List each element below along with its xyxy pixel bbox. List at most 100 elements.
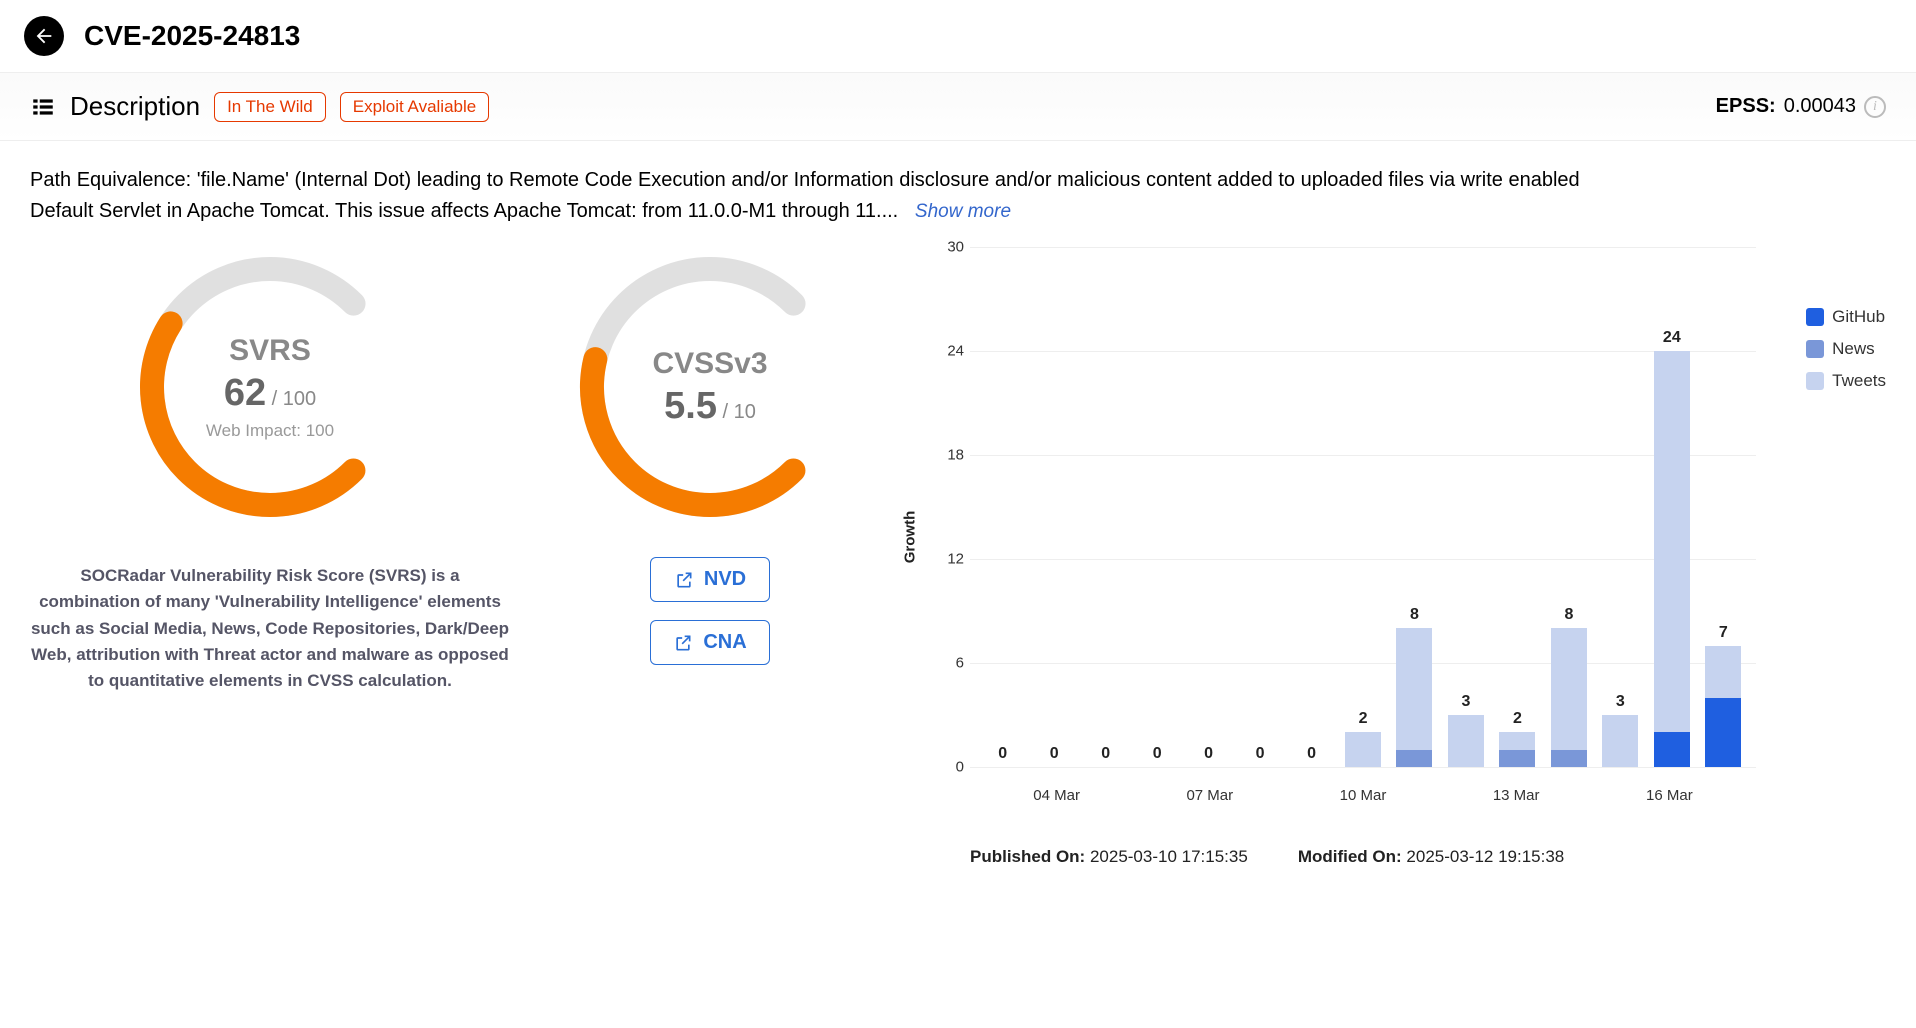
bar: 0 (1134, 247, 1179, 767)
legend-swatch (1806, 372, 1824, 390)
x-tick (1133, 777, 1184, 827)
bar-segment (1345, 732, 1381, 767)
back-button[interactable] (24, 16, 64, 56)
x-tick: 07 Mar (1184, 777, 1235, 827)
bar-total-label: 2 (1359, 710, 1368, 728)
epss-score: EPSS: 0.00043 i (1716, 95, 1886, 118)
bar-total-label: 0 (1153, 745, 1162, 763)
legend-swatch (1806, 308, 1824, 326)
bar-segment (1499, 750, 1535, 767)
bar: 3 (1443, 247, 1488, 767)
svrs-sub: Web Impact: 100 (206, 421, 334, 441)
nvd-label: NVD (704, 568, 746, 591)
cvss-name: CVSSv3 (652, 347, 767, 381)
bar-total-label: 0 (998, 745, 1007, 763)
x-tick (1593, 777, 1644, 827)
badge-in-the-wild: In The Wild (214, 92, 326, 122)
bar: 0 (1031, 247, 1076, 767)
legend-label: Tweets (1832, 371, 1886, 391)
cvss-panel: CVSSv3 5.5 / 10 NVD CNA (570, 247, 850, 665)
bar-total-label: 7 (1719, 624, 1728, 642)
svrs-gauge: SVRS 62 / 100 Web Impact: 100 (130, 247, 410, 527)
modified-label: Modified On: (1298, 847, 1407, 866)
bar-total-label: 0 (1101, 745, 1110, 763)
x-tick (1695, 777, 1746, 827)
bar-total-label: 24 (1663, 329, 1681, 347)
bar-segment (1654, 732, 1690, 767)
svrs-description: SOCRadar Vulnerability Risk Score (SVRS)… (30, 563, 510, 695)
section-title: Description (70, 91, 200, 122)
legend-item: Tweets (1806, 371, 1886, 391)
bar-total-label: 8 (1410, 606, 1419, 624)
x-tick (1235, 777, 1286, 827)
cna-link-button[interactable]: CNA (650, 620, 769, 665)
nvd-link-button[interactable]: NVD (650, 557, 769, 602)
bar: 0 (1289, 247, 1334, 767)
x-tick: 13 Mar (1491, 777, 1542, 827)
y-tick: 24 (947, 343, 964, 360)
svrs-panel: SVRS 62 / 100 Web Impact: 100 SOCRadar V… (30, 247, 510, 695)
bar-total-label: 2 (1513, 710, 1522, 728)
bar: 3 (1598, 247, 1643, 767)
bar-segment (1551, 628, 1587, 749)
section-header: Description In The Wild Exploit Avaliabl… (0, 73, 1916, 141)
bar-segment (1654, 351, 1690, 732)
published-value: 2025-03-10 17:15:35 (1090, 847, 1248, 866)
svrs-name: SVRS (229, 334, 311, 368)
bar-total-label: 8 (1564, 606, 1573, 624)
description-body: Path Equivalence: 'file.Name' (Internal … (30, 169, 1580, 222)
x-tick (1389, 777, 1440, 827)
chart-legend: GitHub News Tweets (1806, 307, 1886, 391)
external-link-icon (674, 570, 694, 590)
x-tick: 16 Mar (1644, 777, 1695, 827)
cna-label: CNA (703, 631, 746, 654)
bar-segment (1551, 750, 1587, 767)
bar-total-label: 3 (1616, 693, 1625, 711)
legend-swatch (1806, 340, 1824, 358)
bar-segment (1396, 628, 1432, 749)
bar-total-label: 0 (1050, 745, 1059, 763)
legend-item: GitHub (1806, 307, 1886, 327)
legend-item: News (1806, 339, 1886, 359)
bar-total-label: 0 (1256, 745, 1265, 763)
cvss-gauge: CVSSv3 5.5 / 10 (570, 247, 850, 527)
bar: 0 (1186, 247, 1231, 767)
bar-segment (1448, 715, 1484, 767)
bar: 2 (1495, 247, 1540, 767)
x-tick: 04 Mar (1031, 777, 1082, 827)
y-tick: 6 (956, 655, 964, 672)
arrow-left-icon (33, 25, 55, 47)
x-tick (1286, 777, 1337, 827)
cvss-value: 5.5 (664, 385, 717, 427)
x-tick (980, 777, 1031, 827)
epss-label: EPSS: (1716, 95, 1776, 118)
bar: 7 (1701, 247, 1746, 767)
bar: 0 (980, 247, 1025, 767)
svrs-value: 62 (224, 372, 266, 414)
x-tick (1082, 777, 1133, 827)
published-label: Published On: (970, 847, 1090, 866)
x-tick (1440, 777, 1491, 827)
svrs-denom: / 100 (266, 388, 316, 410)
bar: 8 (1546, 247, 1591, 767)
info-icon[interactable]: i (1864, 96, 1886, 118)
bar-segment (1499, 732, 1535, 749)
x-tick (1542, 777, 1593, 827)
bar: 24 (1649, 247, 1694, 767)
bar-segment (1602, 715, 1638, 767)
bar-segment (1705, 698, 1741, 767)
show-more-link[interactable]: Show more (915, 201, 1011, 222)
bar: 0 (1083, 247, 1128, 767)
list-icon (30, 94, 56, 120)
description-text: Path Equivalence: 'file.Name' (Internal … (30, 165, 1630, 227)
bar-total-label: 0 (1204, 745, 1213, 763)
badge-exploit-available: Exploit Avaliable (340, 92, 490, 122)
bar-segment (1705, 646, 1741, 698)
bar-segment (1396, 750, 1432, 767)
bar: 0 (1237, 247, 1282, 767)
cvss-denom: / 10 (717, 401, 756, 423)
y-tick: 18 (947, 447, 964, 464)
page-title: CVE-2025-24813 (84, 20, 300, 52)
page-header: CVE-2025-24813 (0, 0, 1916, 73)
y-axis-label: Growth (902, 511, 919, 564)
